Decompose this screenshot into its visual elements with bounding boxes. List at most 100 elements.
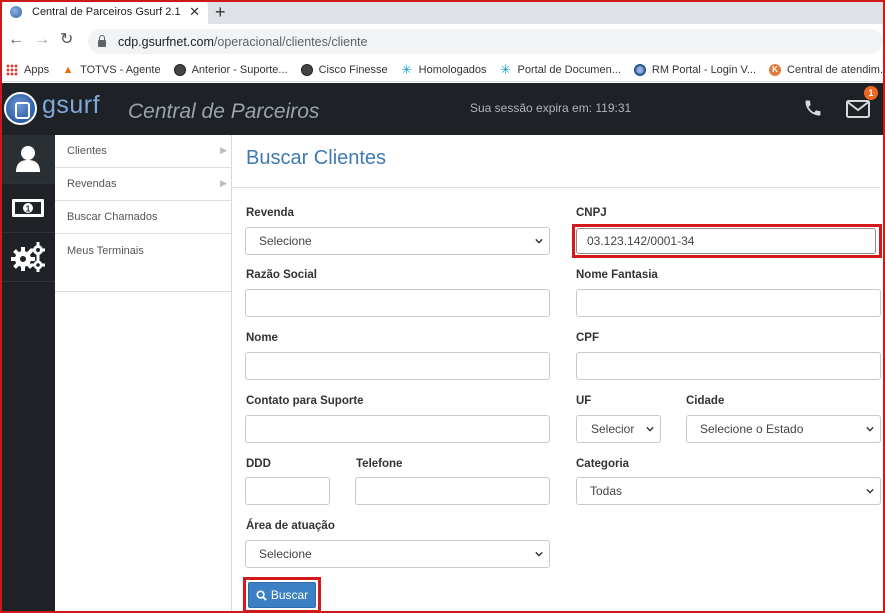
buscar-highlight-box bbox=[243, 577, 321, 613]
chevron-down-icon bbox=[646, 426, 654, 432]
bookmark-central-atendimento[interactable]: K Central de atendim... bbox=[769, 63, 885, 76]
nav-finance-icon-button[interactable]: 1 bbox=[0, 184, 55, 233]
bookmark-label: Homologados bbox=[418, 63, 487, 76]
bookmark-anterior-suporte[interactable]: Anterior - Suporte... bbox=[173, 63, 288, 76]
logo-text: gsurf bbox=[42, 91, 101, 119]
bookmark-cisco-finesse[interactable]: Cisco Finesse bbox=[300, 63, 388, 76]
menu-sidebar: Clientes ▶ Revendas ▶ Buscar Chamados Me… bbox=[55, 135, 232, 292]
bookmark-label: TOTVS - Agente bbox=[80, 63, 161, 76]
sidebar-item-label: Clientes bbox=[67, 145, 107, 157]
uf-label: UF bbox=[576, 395, 592, 407]
sidebar-item-clientes[interactable]: Clientes ▶ bbox=[55, 135, 231, 168]
session-timer: Sua sessão expira em: 119:31 bbox=[470, 101, 632, 115]
browser-tab-bar: Central de Parceiros Gsurf 2.1 ✕ + bbox=[0, 0, 885, 24]
browser-toolbar: ← → ↻ cdp.gsurfnet.com/operacional/clien… bbox=[0, 24, 885, 58]
star-burst-icon: ✳ bbox=[500, 61, 511, 77]
sidebar-item-label: Buscar Chamados bbox=[67, 211, 158, 223]
area-atuacao-select[interactable]: Selecione bbox=[245, 540, 550, 568]
bookmark-totvs[interactable]: ▲ TOTVS - Agente bbox=[62, 64, 161, 76]
cidade-select[interactable]: Selecione o Estado bbox=[686, 415, 881, 443]
bookmark-homologados[interactable]: ✳ Homologados bbox=[401, 63, 487, 76]
revenda-select-value: Selecione bbox=[259, 234, 312, 248]
sidebar-item-buscar-chamados[interactable]: Buscar Chamados bbox=[55, 201, 231, 234]
bookmark-label: Apps bbox=[24, 63, 50, 76]
app-header: gsurf Central de Parceiros Sua sessão ex… bbox=[0, 83, 885, 135]
title-divider bbox=[232, 187, 880, 188]
apps-grid-icon bbox=[6, 63, 18, 76]
globe-icon bbox=[300, 63, 313, 76]
chevron-down-icon bbox=[535, 551, 543, 557]
razao-social-input[interactable] bbox=[245, 289, 550, 317]
uf-select[interactable]: Selecior bbox=[576, 415, 661, 443]
user-icon bbox=[15, 146, 40, 172]
telefone-label: Telefone bbox=[356, 458, 403, 470]
nav-settings-icon-button[interactable] bbox=[0, 233, 55, 282]
telefone-input[interactable] bbox=[355, 477, 550, 505]
area-atuacao-label: Área de atuação bbox=[246, 520, 335, 532]
nome-input[interactable] bbox=[245, 352, 550, 380]
notification-badge: 1 bbox=[864, 86, 878, 100]
bookmark-rm-portal[interactable]: RM Portal - Login V... bbox=[633, 63, 757, 76]
browser-tab[interactable]: Central de Parceiros Gsurf 2.1 ✕ bbox=[2, 0, 208, 24]
ddd-input[interactable] bbox=[245, 477, 330, 505]
nome-label: Nome bbox=[246, 332, 278, 344]
url-path: /operacional/clientes/cliente bbox=[213, 34, 368, 49]
phone-icon[interactable] bbox=[803, 98, 823, 118]
area-atuacao-select-value: Selecione bbox=[259, 547, 312, 561]
tab-title: Central de Parceiros Gsurf 2.1 bbox=[32, 6, 181, 18]
url-domain: cdp.gsurfnet.com bbox=[118, 34, 214, 49]
chevron-down-icon bbox=[866, 488, 874, 494]
contato-suporte-label: Contato para Suporte bbox=[246, 395, 364, 407]
uf-select-value: Selecior bbox=[591, 422, 635, 436]
razao-social-label: Razão Social bbox=[246, 269, 317, 281]
forward-arrow-icon[interactable]: → bbox=[34, 30, 50, 50]
sidebar-item-meus-terminais[interactable]: Meus Terminais bbox=[55, 234, 231, 267]
cpf-label: CPF bbox=[576, 332, 599, 344]
site-favicon-icon bbox=[10, 6, 22, 18]
cnpj-highlight-box bbox=[572, 224, 882, 258]
categoria-select[interactable]: Todas bbox=[576, 477, 881, 505]
rm-portal-icon bbox=[633, 63, 646, 76]
cidade-select-value: Selecione o Estado bbox=[700, 422, 804, 436]
sidebar-item-label: Revendas bbox=[67, 178, 117, 190]
nome-fantasia-label: Nome Fantasia bbox=[576, 269, 658, 281]
k-icon: K bbox=[769, 63, 782, 76]
icon-sidebar: 1 bbox=[0, 135, 55, 613]
cidade-label: Cidade bbox=[686, 395, 725, 407]
bookmark-apps[interactable]: Apps bbox=[6, 63, 50, 76]
money-icon: 1 bbox=[11, 199, 44, 217]
totvs-icon: ▲ bbox=[62, 63, 74, 76]
app-title: Central de Parceiros bbox=[128, 100, 320, 123]
gears-icon bbox=[10, 242, 45, 272]
sidebar-item-revendas[interactable]: Revendas ▶ bbox=[55, 168, 231, 201]
address-bar[interactable]: cdp.gsurfnet.com/operacional/clientes/cl… bbox=[88, 29, 883, 54]
back-arrow-icon[interactable]: ← bbox=[8, 30, 24, 50]
new-tab-button[interactable]: + bbox=[215, 1, 226, 23]
lock-icon bbox=[98, 35, 106, 47]
bookmark-portal-documentos[interactable]: ✳ Portal de Documen... bbox=[500, 61, 621, 77]
reload-icon[interactable]: ↻ bbox=[60, 30, 73, 50]
chevron-right-icon: ▶ bbox=[220, 145, 227, 155]
bookmarks-bar: Apps ▲ TOTVS - Agente Anterior - Suporte.… bbox=[0, 58, 885, 82]
tab-close-icon[interactable]: ✕ bbox=[189, 4, 200, 20]
categoria-select-value: Todas bbox=[590, 484, 623, 498]
revenda-label: Revenda bbox=[246, 207, 294, 219]
sidebar-empty-area bbox=[55, 292, 232, 613]
globe-icon bbox=[173, 63, 186, 76]
bookmark-label: RM Portal - Login V... bbox=[651, 63, 757, 76]
cpf-input[interactable] bbox=[576, 352, 881, 380]
nome-fantasia-input[interactable] bbox=[576, 289, 881, 317]
mail-icon[interactable] bbox=[846, 100, 870, 118]
chevron-right-icon: ▶ bbox=[220, 178, 227, 188]
revenda-select[interactable]: Selecione bbox=[245, 227, 550, 255]
categoria-label: Categoria bbox=[576, 458, 630, 470]
ddd-label: DDD bbox=[246, 458, 271, 470]
gsurf-logo-icon bbox=[4, 92, 37, 125]
contato-suporte-input[interactable] bbox=[245, 415, 550, 443]
nav-clients-icon-button[interactable] bbox=[0, 135, 55, 184]
chevron-down-icon bbox=[866, 426, 874, 432]
cnpj-label: CNPJ bbox=[576, 207, 607, 219]
svg-text:1: 1 bbox=[25, 205, 30, 214]
chevron-down-icon bbox=[535, 238, 543, 244]
bookmark-label: Central de atendim... bbox=[787, 63, 885, 76]
